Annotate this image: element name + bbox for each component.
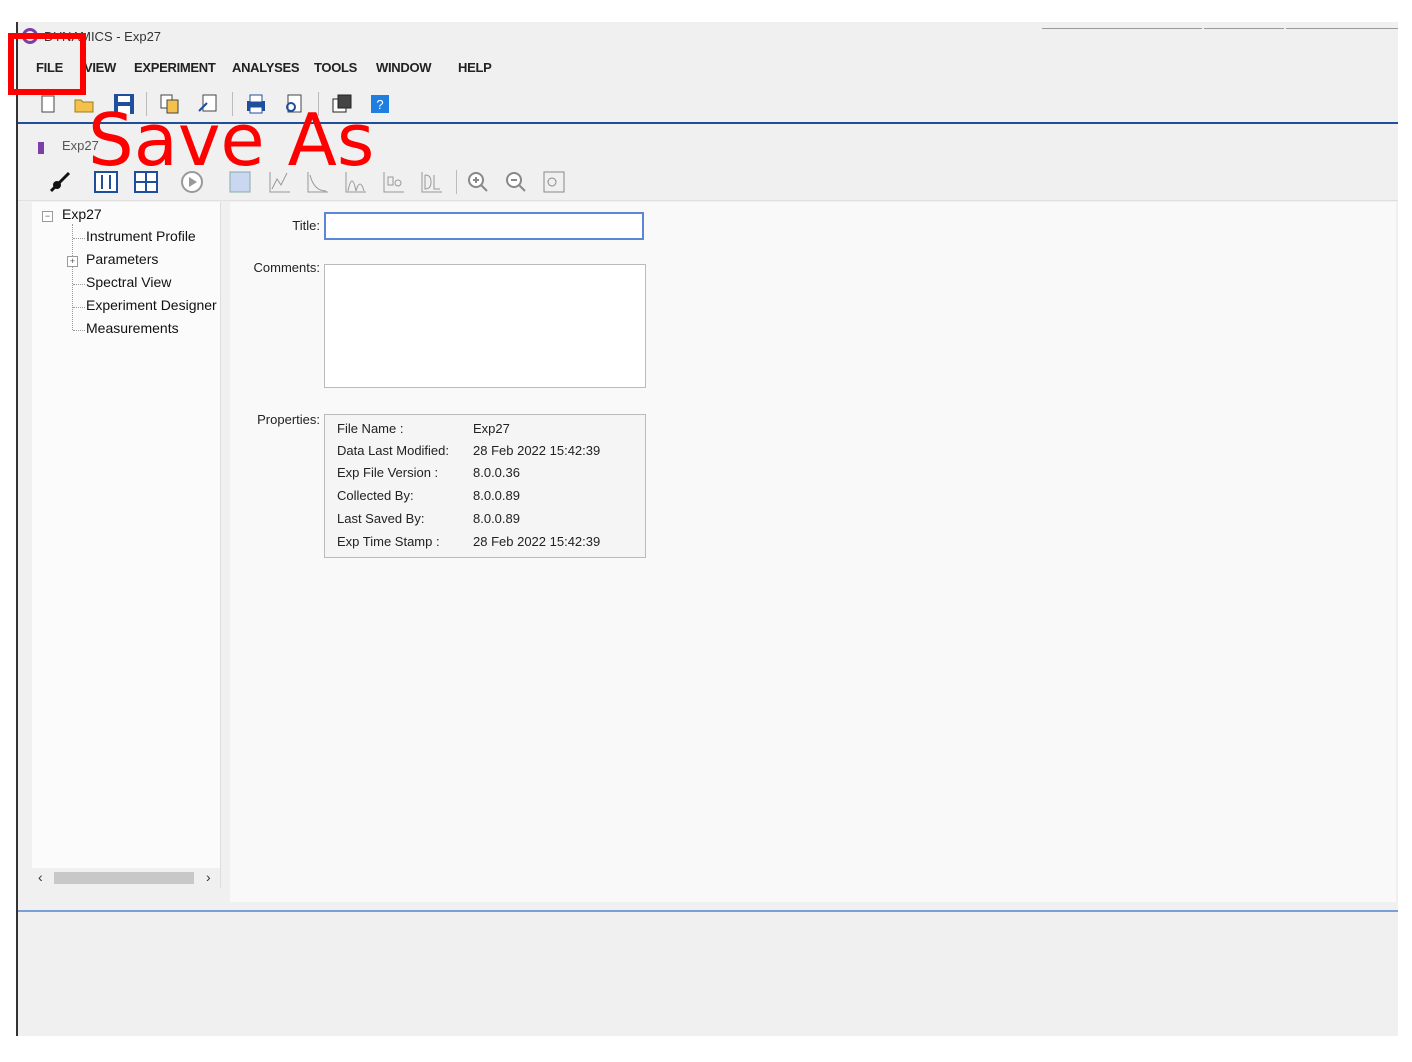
- tree-connector: [73, 238, 85, 239]
- property-value: 28 Feb 2022 15:42:39: [473, 534, 601, 549]
- tree-connector: [72, 224, 74, 330]
- title-input[interactable]: [324, 212, 644, 240]
- svg-text:?: ?: [376, 97, 383, 112]
- collapse-icon[interactable]: −: [42, 211, 53, 222]
- title-bar: DYNAMICS - Exp27: [18, 22, 1398, 54]
- scroll-right-icon[interactable]: ›: [206, 869, 211, 885]
- title-label: Title:: [292, 218, 320, 233]
- document-icon: [38, 142, 44, 154]
- menu-experiment[interactable]: EXPERIMENT: [134, 60, 216, 75]
- tree-root-exp27[interactable]: Exp27: [62, 206, 102, 222]
- scroll-left-icon[interactable]: ‹: [38, 869, 43, 885]
- zoom-in-icon[interactable]: [464, 168, 492, 196]
- property-name: Data Last Modified:: [337, 443, 450, 458]
- document-window: Exp27 − Exp27 Instrument Profile + Param…: [18, 124, 1398, 910]
- tree-item-experiment-designer[interactable]: Experiment Designer: [86, 297, 226, 313]
- property-name: Last Saved By:: [337, 511, 425, 526]
- expand-icon[interactable]: +: [67, 256, 78, 267]
- save-as-annotation: Save As: [88, 98, 375, 182]
- tree-item-instrument-profile[interactable]: Instrument Profile: [86, 228, 226, 244]
- toolbar-separator: [456, 170, 457, 194]
- menu-analyses[interactable]: ANALYSES: [232, 60, 300, 75]
- scroll-thumb[interactable]: [54, 872, 194, 884]
- property-value: Exp27: [473, 421, 510, 436]
- distribution-icon[interactable]: [380, 168, 408, 196]
- tree-connector: [73, 284, 85, 285]
- tree-item-spectral-view[interactable]: Spectral View: [86, 274, 226, 290]
- comments-label: Comments:: [253, 260, 320, 275]
- dl-icon[interactable]: [418, 168, 446, 196]
- window-controls-divider: [1204, 22, 1284, 29]
- zoom-out-icon[interactable]: [502, 168, 530, 196]
- experiment-tree: − Exp27 Instrument Profile + Parameters …: [32, 202, 221, 888]
- property-value: 8.0.0.89: [473, 511, 520, 526]
- property-value: 8.0.0.89: [473, 488, 520, 503]
- property-value: 8.0.0.36: [473, 465, 520, 480]
- property-name: Exp Time Stamp :: [337, 534, 440, 549]
- property-name: Collected By:: [337, 488, 414, 503]
- file-menu-highlight-box: [8, 33, 86, 95]
- menu-view[interactable]: VIEW: [84, 60, 116, 75]
- menu-bar: FILE VIEW EXPERIMENT ANALYSES TOOLS WIND…: [18, 56, 1398, 80]
- property-value: 28 Feb 2022 15:42:39: [473, 443, 601, 458]
- property-name: Exp File Version :: [337, 465, 439, 480]
- window-controls: [1042, 22, 1202, 29]
- tree-connector: [73, 307, 85, 308]
- property-name: File Name :: [337, 421, 404, 436]
- properties-label: Properties:: [257, 412, 320, 427]
- comments-textarea[interactable]: [324, 264, 646, 388]
- zoom-fit-icon[interactable]: [540, 168, 568, 196]
- properties-box: File Name : Exp27 Data Last Modified: 28…: [324, 414, 646, 558]
- window-controls-close-area: [1286, 22, 1398, 29]
- menu-window[interactable]: WINDOW: [376, 60, 432, 75]
- experiment-summary-panel: Title: Comments: Properties: File Name :…: [230, 202, 1396, 902]
- bottom-panel: [18, 912, 1398, 1036]
- connect-icon[interactable]: [46, 168, 74, 196]
- tree-connector: [73, 330, 85, 331]
- menu-help[interactable]: HELP: [458, 60, 492, 75]
- menu-tools[interactable]: TOOLS: [314, 60, 357, 75]
- tree-horizontal-scrollbar[interactable]: ‹ ›: [32, 868, 220, 888]
- tree-item-parameters[interactable]: Parameters: [86, 251, 226, 267]
- tree-item-measurements[interactable]: Measurements: [86, 320, 226, 336]
